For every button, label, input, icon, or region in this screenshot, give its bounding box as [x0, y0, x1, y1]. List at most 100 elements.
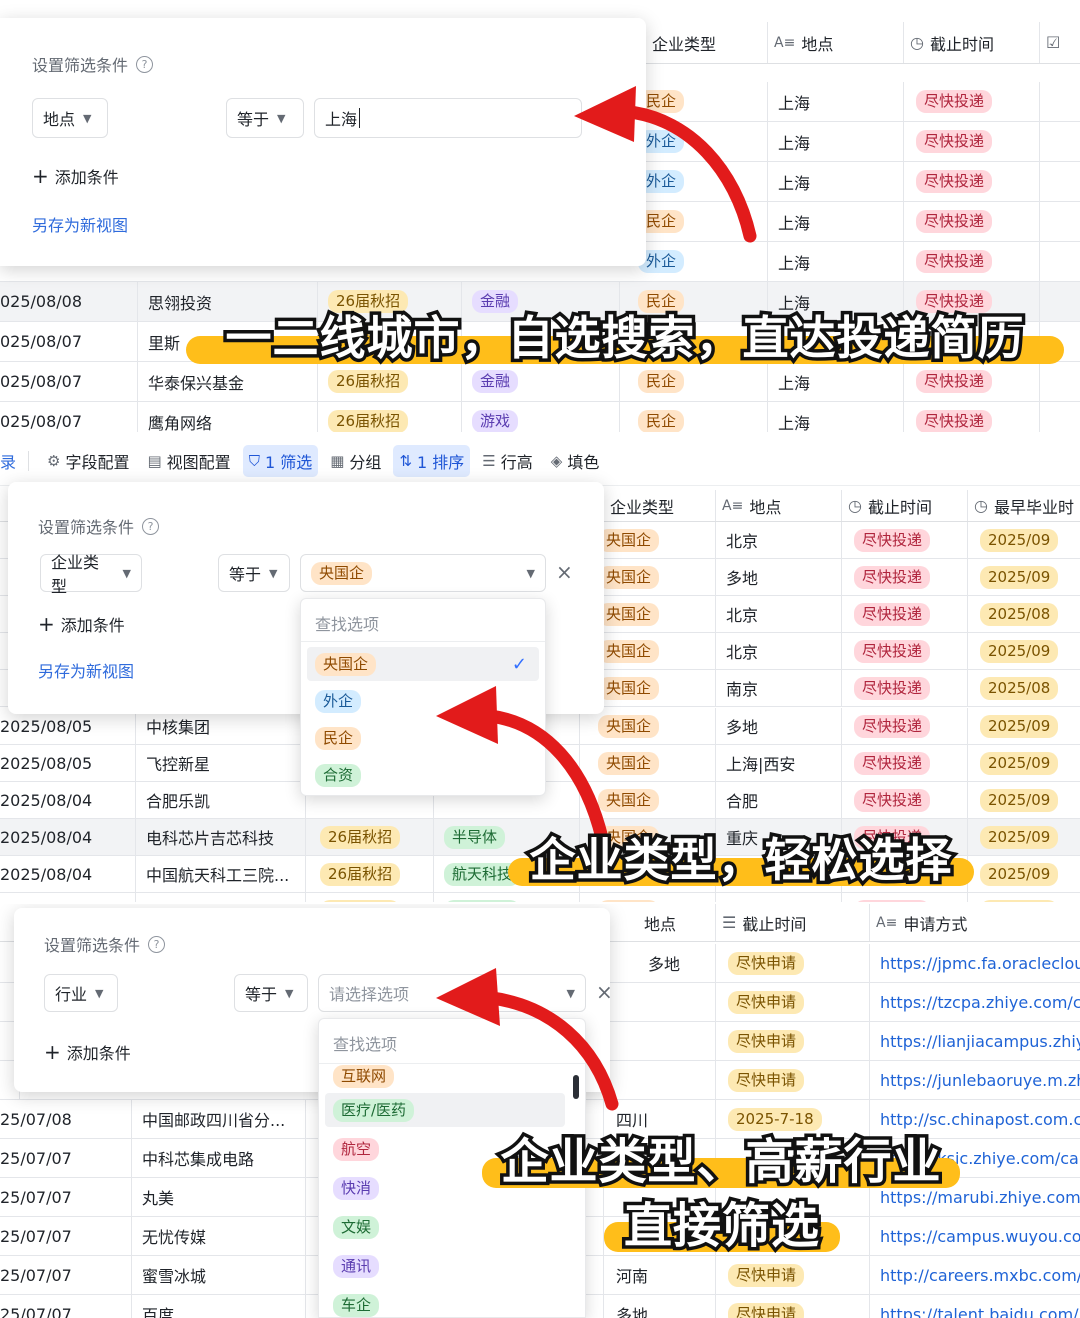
graduation-cell[interactable]: 2025/09 [968, 819, 1080, 855]
toolbar-gear-button[interactable]: ⚙ 字段配置 [41, 445, 135, 477]
graduation-cell[interactable]: 2025/09 [968, 633, 1080, 669]
filter-operator-select[interactable]: 等于 ▼ [226, 98, 304, 138]
dropdown-option[interactable]: 互联网 [325, 1064, 565, 1088]
batch-cell[interactable]: 26届秋招 [306, 819, 434, 855]
option-search-input[interactable]: 查找选项 [333, 1031, 397, 1055]
company-cell[interactable]: 长光卫星 [136, 893, 306, 902]
add-condition-button[interactable]: + 添加条件 [32, 164, 119, 188]
dropdown-option[interactable]: 通讯 [325, 1249, 565, 1283]
extra-cell[interactable] [1040, 82, 1080, 121]
company-type-cell[interactable]: 央国企 [580, 782, 716, 818]
header-graduation[interactable]: ◷ 最早毕业时 [968, 490, 1080, 521]
deadline-cell[interactable]: 尽快投递 [904, 402, 1040, 432]
toolbar-row-height-button[interactable]: ☰ 行高 [476, 445, 538, 477]
header-deadline[interactable]: ◷ 截止时间 [842, 490, 968, 521]
toolbar-filter-button[interactable]: ⛉ 1 筛选 [242, 444, 319, 477]
deadline-cell[interactable]: 尽快投递 [842, 745, 968, 781]
company-cell[interactable]: 中科芯集成电路 [132, 1139, 306, 1177]
deadline-cell[interactable]: 尽快投递 [904, 82, 1040, 121]
header-location[interactable]: A≡ 地点 [716, 490, 842, 521]
toolbar-fill-color-button[interactable]: ◈ 填色 [545, 445, 606, 477]
date-cell[interactable]: 025/08/07 [0, 362, 138, 401]
location-cell[interactable]: 北京 [716, 633, 842, 669]
company-cell[interactable]: 飞控新星 [136, 745, 306, 781]
filter-value-select[interactable]: 央国企 ▼ [300, 554, 546, 592]
filter-field-select[interactable]: 地点 ▼ [32, 98, 108, 138]
table-row[interactable]: 025/08/07 鹰角网络 26届秋招 游戏 民企 上海 尽快投递 [0, 402, 1080, 432]
company-cell[interactable]: 无忧传媒 [132, 1217, 306, 1255]
add-condition-button[interactable]: + 添加条件 [44, 1040, 131, 1064]
deadline-cell[interactable]: 尽快投递 [904, 162, 1040, 201]
batch-cell[interactable]: 26届秋招 [318, 402, 462, 432]
location-cell[interactable] [604, 1022, 716, 1060]
date-cell[interactable]: 25/07/08 [0, 1100, 132, 1138]
extra-cell[interactable] [1040, 242, 1080, 281]
date-cell[interactable]: 25/07/07 [0, 1178, 132, 1216]
deadline-cell[interactable]: 尽快申请 [716, 1061, 870, 1099]
header-deadline[interactable]: ◷ 截止时间 [904, 22, 1040, 63]
location-cell[interactable] [604, 983, 716, 1021]
company-type-cell[interactable]: 央国企 [580, 708, 716, 744]
date-cell[interactable]: 2025/08/04 [0, 819, 136, 855]
location-cell[interactable] [604, 1061, 716, 1099]
filter-operator-select[interactable]: 等于 ▼ [218, 554, 290, 592]
location-cell[interactable]: 长春 [716, 893, 842, 902]
toolbar-sort-button[interactable]: ⇅ 1 排序 [393, 444, 471, 477]
extra-cell[interactable] [1040, 162, 1080, 201]
company-type-cell[interactable]: 民企 [620, 402, 768, 432]
deadline-cell[interactable]: 尽快投递 [842, 522, 968, 558]
dropdown-option[interactable]: 合资 [307, 758, 539, 792]
apply-link-cell[interactable]: https://jpmc.fa.oraclecloud [870, 944, 1080, 982]
deadline-cell[interactable]: 尽快投递 [842, 782, 968, 818]
filter-field-select[interactable]: 企业类型 ▼ [40, 553, 142, 596]
date-cell[interactable]: 25/07/07 [0, 1139, 132, 1177]
toolbar-group-button[interactable]: ▦ 分组 [324, 445, 387, 477]
company-cell[interactable]: 合肥乐凯 [136, 782, 306, 818]
graduation-cell[interactable]: 2025/08 [968, 596, 1080, 632]
remove-condition-icon[interactable]: × [556, 560, 573, 584]
date-cell[interactable]: 2025/08/05 [0, 745, 136, 781]
industry-cell[interactable]: 航天科技 [434, 893, 580, 902]
graduation-cell[interactable]: 2025/09 [968, 782, 1080, 818]
apply-link-cell[interactable]: https://lianjiacampus.zhiye [870, 1022, 1080, 1060]
company-cell[interactable]: 丸美 [132, 1178, 306, 1216]
extra-cell[interactable] [1040, 122, 1080, 161]
graduation-cell[interactable]: 2025/09 [968, 559, 1080, 595]
help-icon[interactable]: ? [148, 935, 166, 953]
filter-value-select[interactable]: 请选择选项 ▼ [318, 974, 586, 1012]
apply-link-cell[interactable]: https://tzcpa.zhiye.com/ca [870, 983, 1080, 1021]
deadline-cell[interactable]: 尽快投递 [842, 893, 968, 902]
dropdown-option[interactable]: 央国企 ✓ [307, 647, 539, 681]
option-search-input[interactable]: 查找选项 [315, 611, 379, 635]
company-type-cell[interactable]: 央国企 [580, 745, 716, 781]
graduation-cell[interactable]: 2025/09 [968, 522, 1080, 558]
location-cell[interactable]: 上海 [768, 122, 904, 161]
filter-value-input[interactable]: 上海 [314, 98, 582, 138]
toolbar-view-config-button[interactable]: ▤ 视图配置 [141, 445, 236, 477]
location-cell[interactable]: 上海|西安 [716, 745, 842, 781]
graduation-cell[interactable]: 2025/09 [968, 893, 1080, 902]
header-location[interactable]: A≡ 地点 [768, 22, 904, 63]
location-cell[interactable]: 河南 [604, 1256, 716, 1294]
date-cell[interactable]: 2025/08/04 [0, 856, 136, 892]
header-company-type[interactable]: 企业类型 [604, 490, 716, 521]
location-cell[interactable]: 多地 [716, 708, 842, 744]
company-type-cell[interactable]: 央国企 [580, 893, 716, 902]
graduation-cell[interactable]: 2025/08 [968, 670, 1080, 706]
filter-operator-select[interactable]: 等于 ▼ [234, 974, 308, 1012]
deadline-cell[interactable]: 尽快投递 [842, 708, 968, 744]
company-cell[interactable]: 中国航天科工三院... [136, 856, 306, 892]
apply-link-cell[interactable]: https://junlebaoruye.m.zhi [870, 1061, 1080, 1099]
batch-cell[interactable]: 26届秋招 [306, 856, 434, 892]
location-cell[interactable]: 上海 [768, 162, 904, 201]
header-deadline[interactable]: ☰ 截止时间 [716, 904, 870, 941]
deadline-cell[interactable]: 尽快投递 [842, 596, 968, 632]
dropdown-option[interactable]: 民企 [307, 721, 539, 755]
location-cell[interactable]: 上海 [768, 402, 904, 432]
location-cell[interactable]: 上海 [768, 242, 904, 281]
location-cell[interactable]: 多地 [604, 1295, 716, 1318]
deadline-cell[interactable]: 尽快投递 [904, 242, 1040, 281]
location-cell[interactable]: 南京 [716, 670, 842, 706]
company-cell[interactable]: 中国邮政四川省分... [132, 1100, 306, 1138]
location-cell[interactable]: 上海 [768, 82, 904, 121]
